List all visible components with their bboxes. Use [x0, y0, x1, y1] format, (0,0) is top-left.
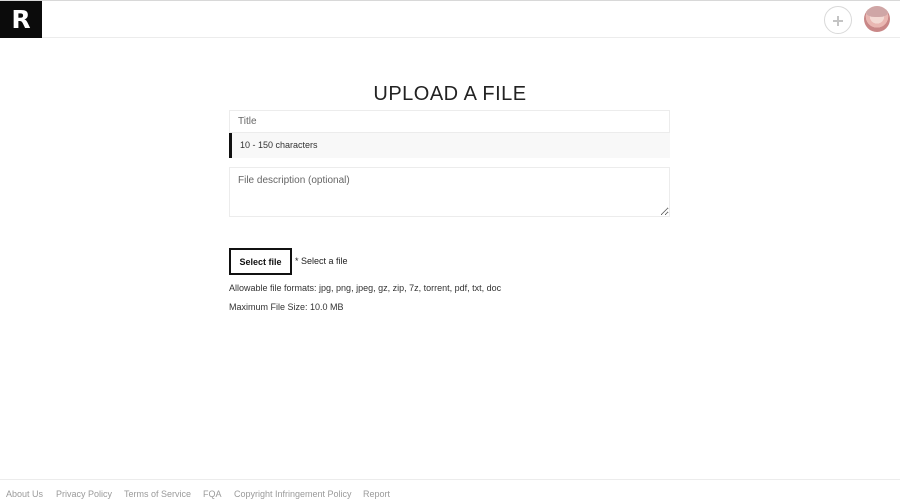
- footer-link-report[interactable]: Report: [363, 489, 390, 499]
- max-file-size-text: Maximum File Size: 10.0 MB: [229, 302, 344, 312]
- footer-link-copyright-policy[interactable]: Copyright Infringement Policy: [234, 489, 352, 499]
- upload-page: R UPLOAD A FILE 10 - 150 characters Sele…: [0, 0, 900, 503]
- footer-link-privacy-policy[interactable]: Privacy Policy: [56, 489, 112, 499]
- page-title: UPLOAD A FILE: [373, 83, 527, 105]
- add-button[interactable]: [824, 6, 852, 34]
- title-length-hint: 10 - 150 characters: [229, 133, 670, 158]
- footer: About Us Privacy Policy Terms of Service…: [0, 479, 900, 503]
- title-input[interactable]: [229, 110, 670, 133]
- footer-link-terms-of-service[interactable]: Terms of Service: [124, 489, 191, 499]
- top-navbar: R: [0, 1, 900, 38]
- allowable-formats-text: Allowable file formats: jpg, png, jpeg, …: [229, 283, 502, 293]
- footer-link-about-us[interactable]: About Us: [6, 489, 43, 499]
- user-avatar[interactable]: [864, 6, 890, 32]
- plus-icon-stem: [837, 16, 839, 26]
- footer-link-fqa[interactable]: FQA: [203, 489, 222, 499]
- select-file-hint: * Select a file: [295, 256, 348, 266]
- site-logo[interactable]: R: [0, 1, 42, 38]
- avatar-hair: [866, 6, 888, 17]
- select-file-button[interactable]: Select file: [229, 248, 292, 275]
- description-input[interactable]: [229, 167, 670, 217]
